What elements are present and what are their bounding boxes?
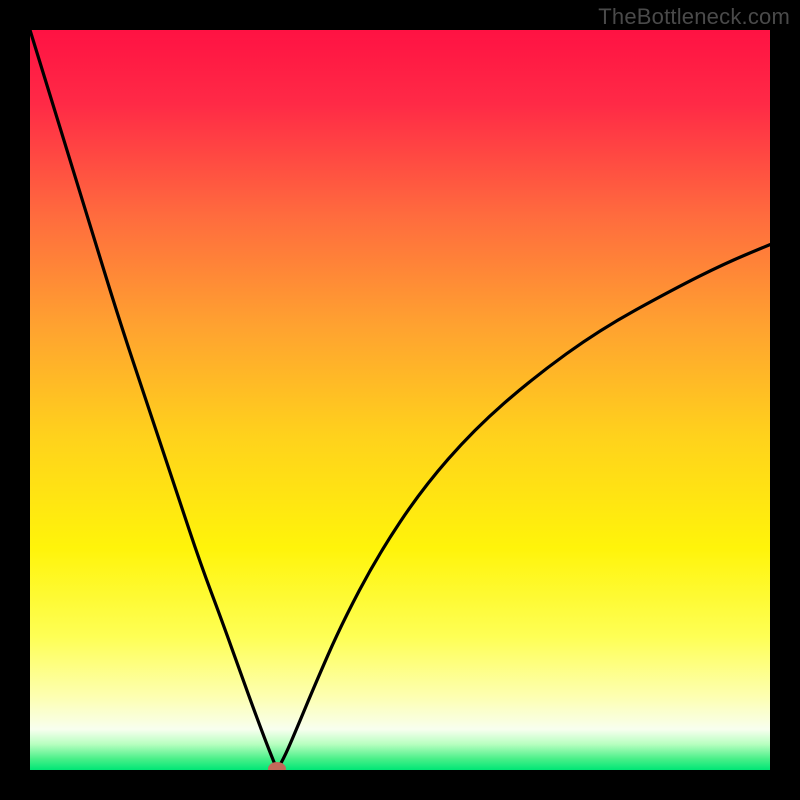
watermark-text: TheBottleneck.com (598, 4, 790, 30)
chart-frame: TheBottleneck.com (0, 0, 800, 800)
plot-area (30, 30, 770, 770)
optimal-point-marker (268, 762, 286, 770)
bottleneck-curve (30, 30, 770, 770)
